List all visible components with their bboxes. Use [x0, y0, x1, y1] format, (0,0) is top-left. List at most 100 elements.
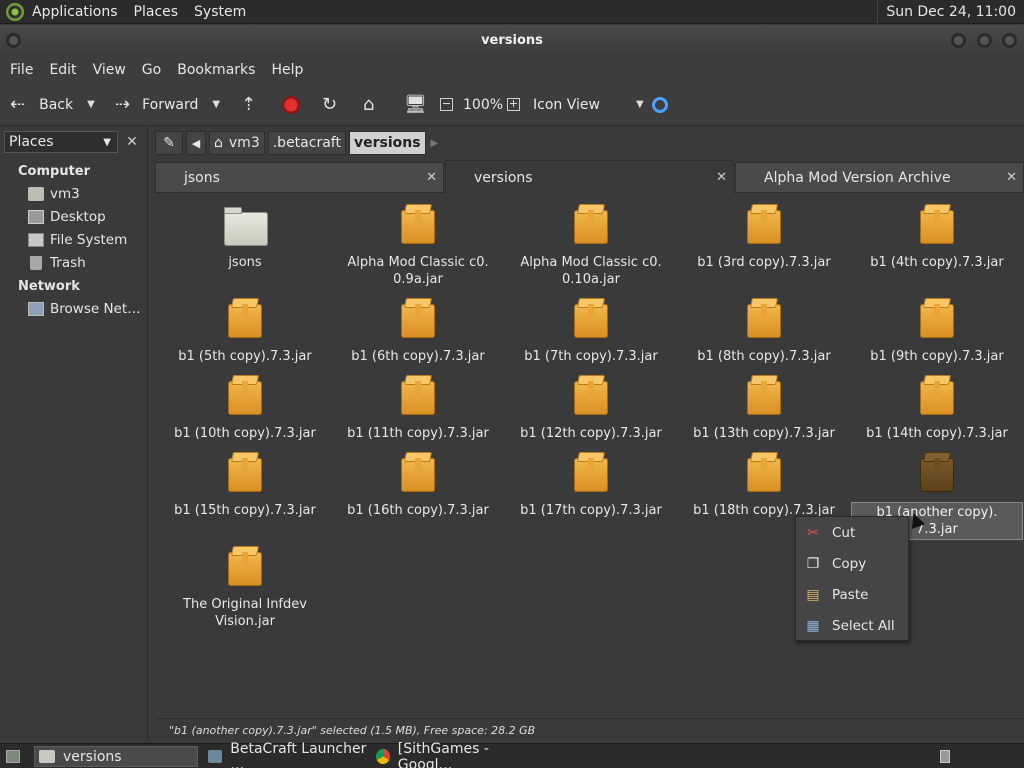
sidebar-type-select[interactable]: Places ▼ — [4, 131, 118, 153]
crumb-scroll-left-button[interactable]: ◀ — [186, 131, 206, 155]
close-window-icon[interactable] — [1001, 32, 1018, 49]
file-item[interactable]: Alpha Mod Classic c0. 0.10a.jar — [505, 206, 677, 288]
folder-icon — [39, 750, 55, 763]
tab-alpha-mod-version-archive[interactable]: Alpha Mod Version Archive ✕ — [735, 162, 1024, 193]
toggle-location-entry-button[interactable]: ✎ — [155, 131, 183, 155]
forward-history-dropdown-icon[interactable]: ▼ — [212, 99, 220, 110]
file-item[interactable]: b1 (15th copy).7.3.jar — [159, 454, 331, 519]
workspace-switcher[interactable] — [936, 746, 958, 767]
sidebar-item-browse-network[interactable]: Browse Net… — [28, 301, 141, 317]
back-history-dropdown-icon[interactable]: ▼ — [87, 99, 95, 110]
menu-view[interactable]: View — [87, 62, 132, 78]
file-item[interactable]: b1 (14th copy).7.3.jar — [851, 377, 1023, 442]
sidebar-item-trash[interactable]: Trash — [28, 255, 86, 271]
menu-item-label: Cut — [832, 525, 856, 541]
context-menu-paste[interactable]: ▤ Paste — [796, 581, 908, 609]
breadcrumb-vm3[interactable]: ⌂ vm3 — [209, 131, 265, 155]
chevron-down-icon: ▼ — [103, 136, 111, 148]
sidebar-item-desktop[interactable]: Desktop — [28, 209, 106, 225]
close-tab-icon[interactable]: ✕ — [1006, 170, 1017, 185]
file-item[interactable]: b1 (17th copy).7.3.jar — [505, 454, 677, 519]
taskbar-item-versions[interactable]: versions — [34, 746, 198, 767]
file-item[interactable]: b1 (7th copy).7.3.jar — [505, 300, 677, 365]
zoom-in-button[interactable]: + — [507, 84, 520, 125]
chrome-icon — [376, 749, 390, 764]
java-icon — [208, 750, 223, 763]
home-button[interactable]: ⌂ — [363, 84, 374, 125]
breadcrumb-label: vm3 — [228, 135, 260, 151]
panel-menu-applications[interactable]: Applications — [24, 4, 126, 20]
panel-clock[interactable]: Sun Dec 24, 11:00 — [877, 0, 1024, 24]
close-tab-icon[interactable]: ✕ — [426, 170, 437, 185]
taskbar-item-chrome[interactable]: [SithGames - Googl… — [372, 741, 536, 768]
zoom-level[interactable]: 100% — [463, 84, 503, 125]
taskbar-item-betacraft[interactable]: BetaCraft Launcher … — [204, 741, 368, 768]
tab-versions[interactable]: versions ✕ — [445, 160, 734, 194]
jar-package-icon — [920, 300, 954, 340]
drive-icon — [28, 233, 44, 247]
menu-help[interactable]: Help — [265, 62, 309, 78]
breadcrumb-versions[interactable]: versions — [348, 131, 426, 155]
file-item[interactable]: b1 (9th copy).7.3.jar — [851, 300, 1023, 365]
file-item[interactable]: Alpha Mod Classic c0. 0.9a.jar — [332, 206, 504, 288]
file-item[interactable]: b1 (5th copy).7.3.jar — [159, 300, 331, 365]
distro-logo-icon[interactable] — [6, 2, 24, 21]
file-item[interactable]: b1 (10th copy).7.3.jar — [159, 377, 331, 442]
tab-jsons[interactable]: jsons ✕ — [155, 162, 444, 193]
context-menu-cut[interactable]: ✂ Cut — [796, 519, 908, 547]
file-name: b1 (11th copy).7.3.jar — [347, 426, 489, 441]
file-item[interactable]: b1 (16th copy).7.3.jar — [332, 454, 504, 519]
stop-button[interactable] — [282, 84, 300, 125]
search-button[interactable] — [652, 84, 668, 125]
panel-menu-system[interactable]: System — [186, 4, 254, 20]
file-item[interactable]: b1 (12th copy).7.3.jar — [505, 377, 677, 442]
show-desktop-button[interactable] — [2, 746, 28, 767]
computer-button[interactable]: 🖥 — [404, 84, 427, 125]
menu-bookmarks[interactable]: Bookmarks — [171, 62, 261, 78]
jar-package-icon — [574, 377, 608, 417]
jar-package-icon — [920, 206, 954, 246]
sidebar-item-file-system[interactable]: File System — [28, 232, 127, 248]
file-name: jsons — [228, 255, 262, 270]
panel-menu-places[interactable]: Places — [126, 4, 187, 20]
back-button[interactable]: ⇠ Back ▼ — [10, 84, 95, 125]
menu-file[interactable]: File — [4, 62, 39, 78]
close-sidebar-icon[interactable]: ✕ — [122, 132, 142, 152]
breadcrumb-betacraft[interactable]: .betacraft — [267, 131, 346, 155]
file-item[interactable]: b1 (11th copy).7.3.jar — [332, 377, 504, 442]
view-mode-select[interactable]: Icon View ▼ — [533, 84, 644, 125]
window-menu-icon[interactable] — [5, 32, 22, 49]
file-item[interactable]: b1 (3rd copy).7.3.jar — [678, 206, 850, 271]
reload-button[interactable]: ↻ — [322, 84, 337, 125]
jar-package-icon — [401, 300, 435, 340]
jar-package-icon — [401, 206, 435, 246]
edit-icon: ✎ — [163, 135, 175, 151]
context-menu: ✂ Cut ❐ Copy ▤ Paste ▦ Select All — [795, 516, 909, 641]
file-name: b1 (9th copy).7.3.jar — [870, 349, 1004, 364]
zoom-out-button[interactable]: − — [440, 84, 453, 125]
file-item[interactable]: b1 (8th copy).7.3.jar — [678, 300, 850, 365]
file-item[interactable]: b1 (13th copy).7.3.jar — [678, 377, 850, 442]
folder-item[interactable]: jsons — [159, 206, 331, 271]
file-name: b1 (4th copy).7.3.jar — [870, 255, 1004, 270]
menu-edit[interactable]: Edit — [43, 62, 82, 78]
up-button[interactable]: ⇡ — [241, 84, 256, 125]
tab-bar: jsons ✕ versions ✕ Alpha Mod Version Arc… — [155, 160, 1024, 194]
minimize-icon[interactable] — [950, 32, 967, 49]
close-tab-icon[interactable]: ✕ — [716, 170, 727, 185]
file-item[interactable]: b1 (18th copy).7.3.jar — [678, 454, 850, 519]
forward-button[interactable]: ⇢ Forward ▼ — [115, 84, 220, 125]
context-menu-copy[interactable]: ❐ Copy — [796, 550, 908, 578]
context-menu-select-all[interactable]: ▦ Select All — [796, 612, 908, 640]
home-icon: ⌂ — [363, 94, 375, 115]
menu-go[interactable]: Go — [136, 62, 167, 78]
tab-label: Alpha Mod Version Archive — [764, 169, 951, 186]
sidebar-item-vm3[interactable]: vm3 — [28, 186, 80, 202]
file-item[interactable]: The Original Infdev Vision.jar — [159, 548, 331, 630]
forward-label: Forward — [142, 96, 199, 113]
file-item[interactable]: b1 (4th copy).7.3.jar — [851, 206, 1023, 271]
file-item[interactable]: b1 (6th copy).7.3.jar — [332, 300, 504, 365]
window-titlebar[interactable]: versions — [0, 25, 1024, 56]
maximize-icon[interactable] — [976, 32, 993, 49]
crumb-scroll-right-icon[interactable]: ▶ — [431, 138, 439, 149]
